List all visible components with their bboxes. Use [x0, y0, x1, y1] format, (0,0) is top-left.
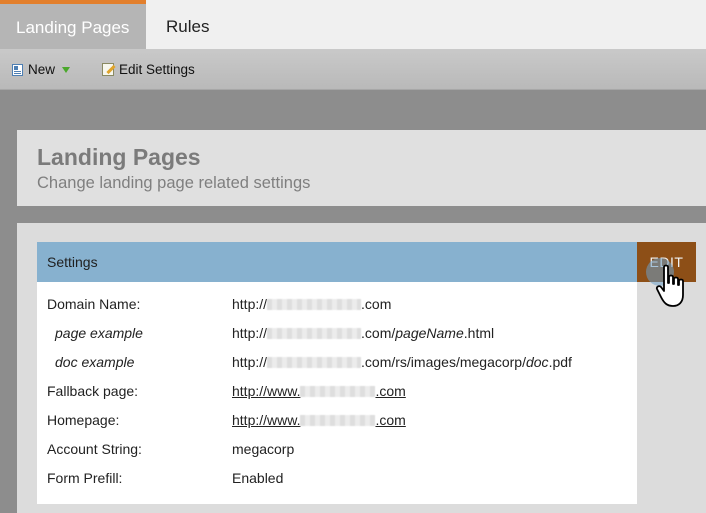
setting-label: doc example [55, 354, 135, 370]
page-subtitle: Change landing page related settings [37, 174, 311, 192]
setting-label: Form Prefill: [47, 470, 123, 486]
setting-value: http://www. .com [232, 377, 406, 406]
settings-section-header: Settings [37, 242, 637, 282]
page-header: Landing Pages Change landing page relate… [17, 130, 706, 206]
tab-landing-pages[interactable]: Landing Pages [0, 0, 146, 49]
redacted-text [267, 299, 362, 310]
value-prefix: http://www. [232, 412, 301, 428]
value-suffix: .com [375, 383, 406, 399]
setting-value: http:// .com/rs/images/megacorp/doc.pdf [232, 348, 572, 377]
value-prefix: http://www. [232, 383, 301, 399]
setting-value: Enabled [232, 470, 284, 486]
settings-panel: Settings EDIT Domain Name: http://.com p… [17, 223, 706, 513]
redacted-text [300, 415, 376, 426]
value-tail: .pdf [548, 354, 572, 370]
tab-bar: Landing Pages Rules [0, 0, 706, 49]
setting-label: Homepage: [47, 412, 120, 428]
setting-value: http://www. .com [232, 406, 406, 435]
setting-label: page example [55, 325, 143, 341]
setting-value: megacorp [232, 441, 295, 457]
setting-label: Fallback page: [47, 383, 139, 399]
fallback-page-link[interactable]: http://www. .com [232, 383, 406, 399]
value-italic: pageName [395, 325, 464, 341]
edit-settings-label: Edit Settings [119, 62, 195, 77]
value-prefix: http:// [232, 325, 268, 341]
settings-table: Domain Name: http:// .com page example ht… [37, 282, 637, 504]
setting-row-homepage: Homepage: http://www. .com [37, 406, 637, 435]
redacted-text [267, 357, 362, 368]
setting-row-form-prefill: Form Prefill: Enabled [37, 464, 637, 493]
value-suffix: .com [375, 412, 406, 428]
redacted-text [267, 328, 362, 339]
setting-row-page-example: page example http:// .com/pageName.html [37, 319, 637, 348]
hand-pointer-icon [655, 264, 684, 307]
setting-value: http:// .com/pageName.html [232, 319, 494, 348]
edit-settings-button[interactable]: Edit Settings [102, 49, 195, 90]
value-prefix: http:// [232, 296, 268, 312]
tab-rules[interactable]: Rules [150, 0, 225, 49]
dropdown-caret-icon[interactable] [62, 66, 71, 73]
page-title: Landing Pages [37, 144, 201, 170]
setting-row-domain-name: Domain Name: http:// .com [37, 290, 637, 319]
value-tail: .html [463, 325, 495, 341]
homepage-link[interactable]: http://www. .com [232, 412, 406, 428]
setting-row-account-string: Account String: megacorp [37, 435, 637, 464]
redacted-text [300, 386, 376, 397]
value-suffix: .com [361, 296, 392, 312]
value-prefix: http:// [232, 354, 268, 370]
new-button[interactable]: New [12, 49, 71, 90]
value-suffix: .com/ [361, 325, 396, 341]
setting-label: Domain Name: [47, 296, 141, 312]
setting-label: Account String: [47, 441, 142, 457]
setting-row-fallback-page: Fallback page: http://www. .com [37, 377, 637, 406]
new-icon [12, 63, 23, 76]
value-italic: doc [525, 354, 549, 370]
value-suffix: .com/rs/images/megacorp/ [361, 354, 526, 370]
edit-settings-icon [102, 63, 114, 76]
toolbar: New Edit Settings [0, 49, 706, 90]
setting-value: http:// .com [232, 290, 391, 319]
setting-row-doc-example: doc example http:// .com/rs/images/megaco… [37, 348, 637, 377]
new-label: New [28, 62, 56, 77]
